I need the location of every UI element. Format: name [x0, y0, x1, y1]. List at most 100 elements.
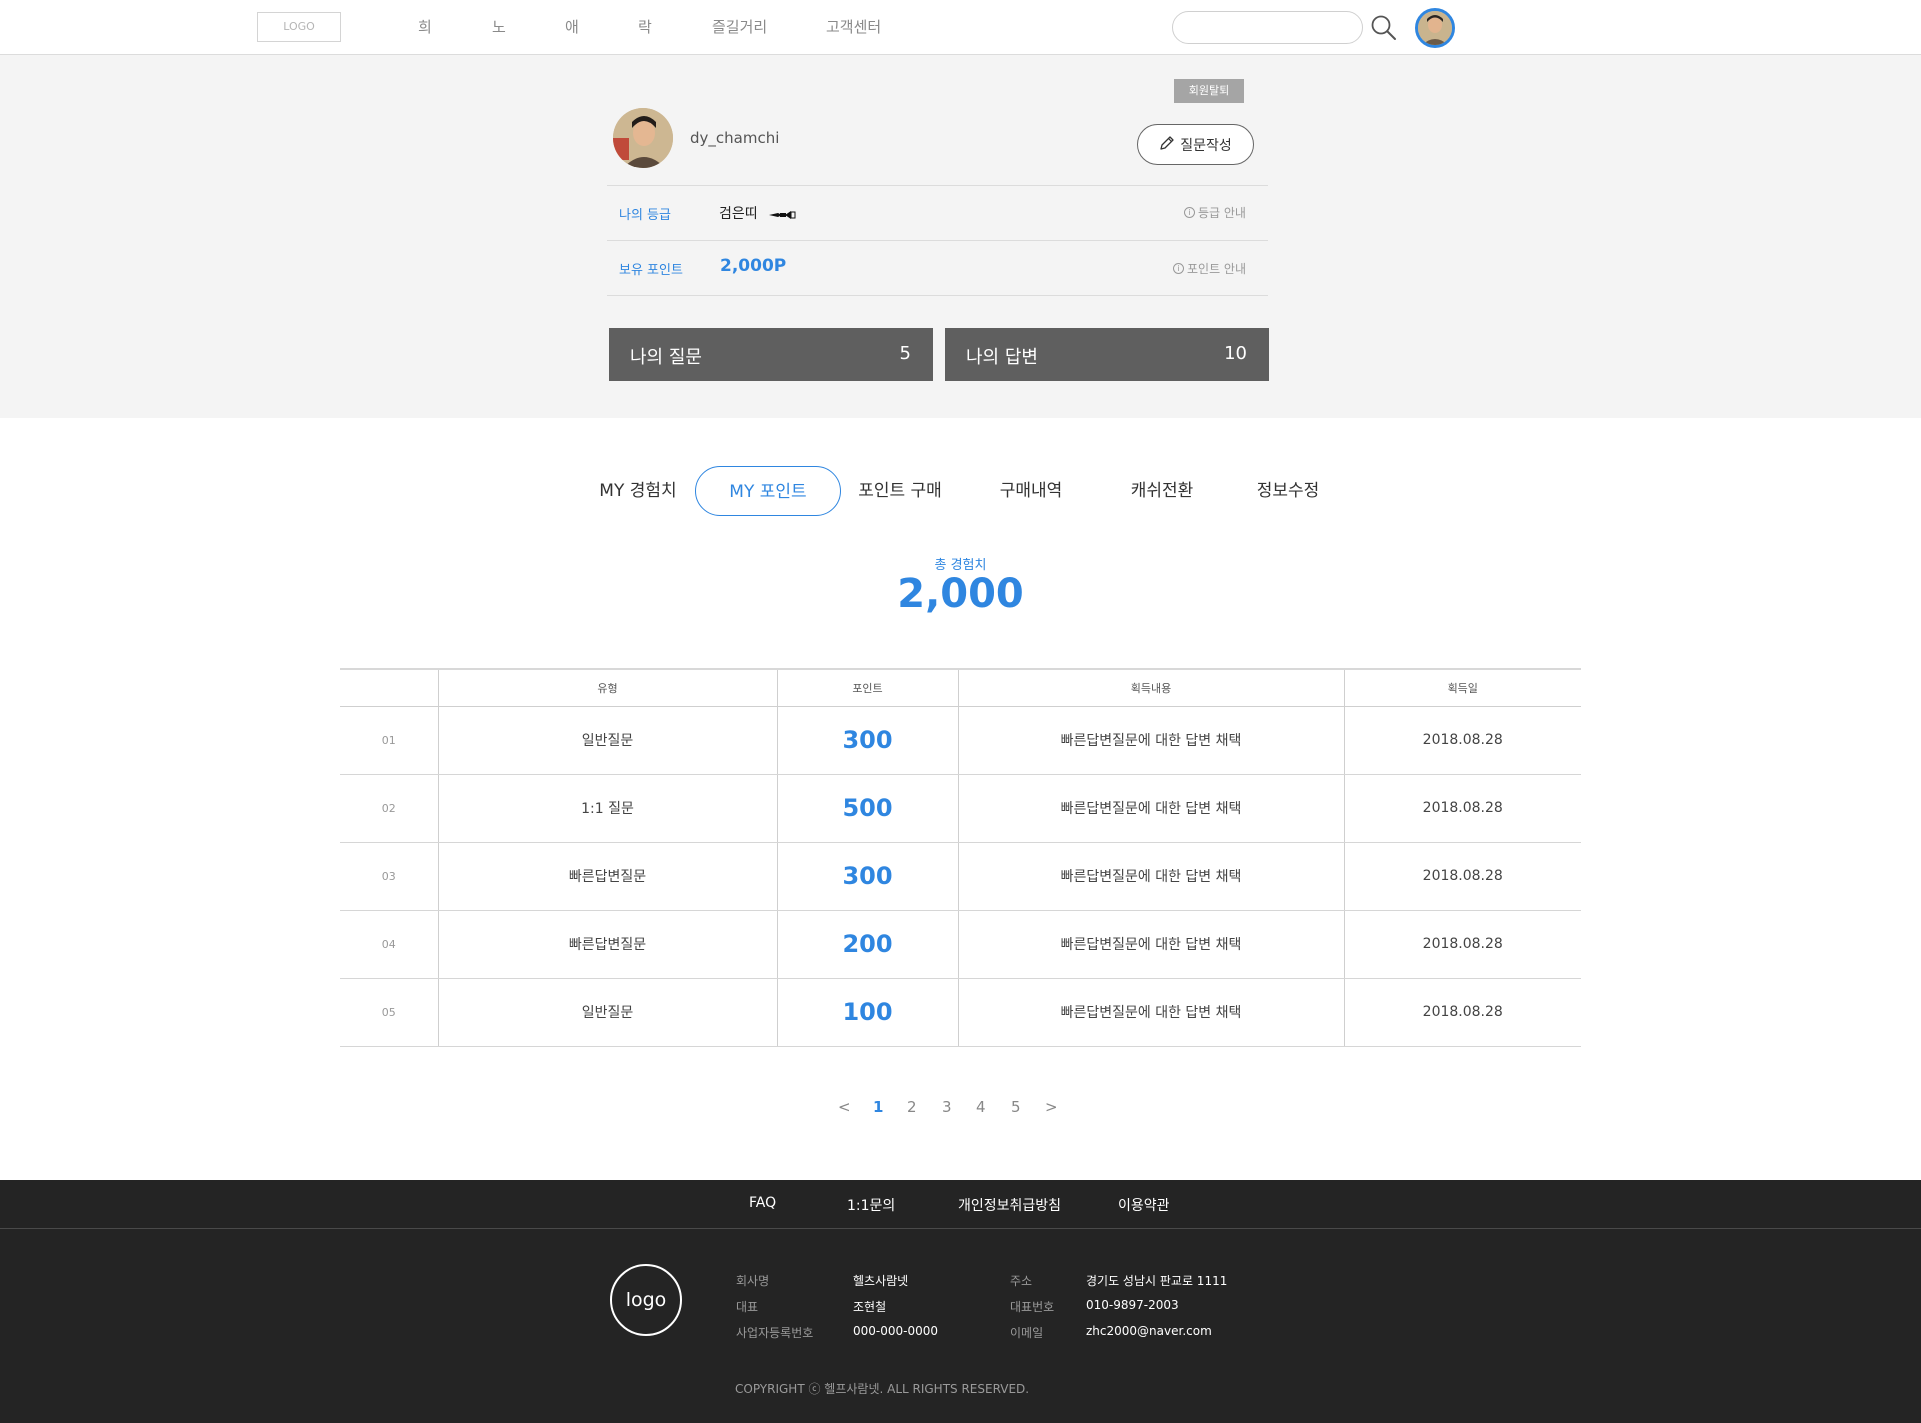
pencil-icon [1159, 135, 1175, 154]
divider [607, 295, 1268, 296]
withdraw-button[interactable]: 회원탈퇴 [1174, 79, 1244, 103]
column-header-points: 포인트 [776, 668, 958, 707]
pagination-page-1[interactable]: 1 [873, 1098, 883, 1116]
address-label: 주소 [1010, 1274, 1033, 1288]
nav-item-hee[interactable]: 희 [418, 16, 432, 37]
tab-my-points[interactable]: MY 포인트 [695, 466, 841, 516]
divider [607, 185, 1268, 186]
divider [607, 240, 1268, 241]
row-date: 2018.08.28 [1343, 774, 1581, 843]
row-points: 300 [776, 706, 958, 775]
row-type: 일반질문 [437, 978, 777, 1047]
pagination-next[interactable]: > [1045, 1098, 1058, 1116]
table-row: 02 1:1 질문 500 빠른답변질문에 대한 답변 채택 2018.08.2… [340, 774, 1581, 843]
pagination-page-2[interactable]: 2 [907, 1098, 917, 1116]
black-belt-icon [768, 206, 796, 225]
info-icon: i [1184, 207, 1195, 218]
row-date: 2018.08.28 [1343, 978, 1581, 1047]
points-value: 2,000P [720, 256, 787, 276]
grade-guide-link[interactable]: i 등급 안내 [1184, 204, 1246, 221]
copyright: COPYRIGHT ⓒ 헬프사람넷. ALL RIGHTS RESERVED. [735, 1382, 1030, 1396]
footer-link-inquiry[interactable]: 1:1문의 [847, 1195, 895, 1215]
search-input[interactable] [1172, 11, 1363, 44]
nav-item-customer-center[interactable]: 고객센터 [826, 16, 881, 37]
email-label: 이메일 [1010, 1326, 1044, 1340]
tab-buy-points[interactable]: 포인트 구매 [845, 466, 955, 516]
company-value: 헬츠사람넷 [853, 1274, 909, 1288]
grade-label: 나의 등급 [619, 208, 671, 223]
row-content: 빠른답변질문에 대한 답변 채택 [957, 910, 1344, 979]
row-date: 2018.08.28 [1343, 706, 1581, 775]
profile-username: dy_chamchi [690, 129, 780, 147]
row-number: 04 [340, 910, 438, 979]
footer-link-privacy[interactable]: 개인정보취급방침 [958, 1195, 1061, 1215]
my-answers-box[interactable]: 나의 답변 10 [945, 328, 1269, 381]
my-answers-label: 나의 답변 [966, 347, 1038, 368]
address-value: 경기도 성남시 판교로 1111 [1086, 1274, 1228, 1288]
ceo-value: 조현철 [853, 1300, 887, 1314]
row-type: 빠른답변질문 [437, 842, 777, 911]
company-label: 회사명 [736, 1274, 770, 1288]
pagination-page-5[interactable]: 5 [1011, 1098, 1021, 1116]
phone-value: 010-9897-2003 [1086, 1298, 1179, 1312]
nav-item-rak[interactable]: 락 [638, 16, 652, 37]
profile-avatar [613, 108, 673, 168]
points-table: 유형 포인트 획득내용 획득일 01 일반질문 300 빠른답변질문에 대한 답… [340, 668, 1581, 1047]
nav-item-entertainment[interactable]: 즐길거리 [712, 16, 767, 37]
column-header-content: 획득내용 [957, 668, 1344, 707]
footer-link-terms[interactable]: 이용약관 [1118, 1195, 1170, 1215]
my-questions-label: 나의 질문 [630, 347, 702, 368]
column-header-date: 획득일 [1343, 668, 1581, 707]
row-type: 일반질문 [437, 706, 777, 775]
table-row: 01 일반질문 300 빠른답변질문에 대한 답변 채택 2018.08.28 [340, 706, 1581, 775]
column-header-type: 유형 [437, 668, 777, 707]
row-number: 03 [340, 842, 438, 911]
row-content: 빠른답변질문에 대한 답변 채택 [957, 842, 1344, 911]
site-logo[interactable]: LOGO [257, 12, 341, 42]
nav-item-no[interactable]: 노 [492, 16, 506, 37]
tab-edit-info[interactable]: 정보수정 [1238, 466, 1338, 516]
pagination-page-4[interactable]: 4 [976, 1098, 986, 1116]
tab-purchase-history[interactable]: 구매내역 [981, 466, 1081, 516]
row-type: 빠른답변질문 [437, 910, 777, 979]
total-value: 2,000 [897, 571, 1024, 617]
row-type: 1:1 질문 [437, 774, 777, 843]
row-number: 02 [340, 774, 438, 843]
row-points: 100 [776, 978, 958, 1047]
my-answers-count: 10 [1224, 343, 1247, 364]
points-guide-link[interactable]: i 포인트 안내 [1173, 260, 1246, 277]
points-label: 보유 포인트 [619, 263, 683, 278]
site-footer: FAQ 1:1문의 개인정보취급방침 이용약관 logo 회사명 헬츠사람넷 대… [0, 1180, 1921, 1423]
row-points: 300 [776, 842, 958, 911]
tab-my-experience[interactable]: MY 경험치 [588, 466, 688, 516]
nav-item-ae[interactable]: 애 [565, 16, 579, 37]
my-questions-box[interactable]: 나의 질문 5 [609, 328, 933, 381]
bizno-label: 사업자등록번호 [736, 1326, 814, 1340]
grade-guide-label: 등급 안내 [1198, 206, 1246, 220]
row-number: 01 [340, 706, 438, 775]
footer-nav: FAQ 1:1문의 개인정보취급방침 이용약관 [0, 1180, 1921, 1229]
pagination-page-3[interactable]: 3 [942, 1098, 952, 1116]
footer-link-faq[interactable]: FAQ [749, 1195, 776, 1211]
grade-value: 검은띠 [719, 206, 758, 222]
write-question-label: 질문작성 [1180, 136, 1232, 153]
table-row: 04 빠른답변질문 200 빠른답변질문에 대한 답변 채택 2018.08.2… [340, 910, 1581, 979]
email-value: zhc2000@naver.com [1086, 1324, 1212, 1338]
row-date: 2018.08.28 [1343, 842, 1581, 911]
phone-label: 대표번호 [1010, 1300, 1055, 1314]
pagination-prev[interactable]: < [838, 1098, 851, 1116]
bizno-value: 000-000-0000 [853, 1324, 939, 1338]
row-number: 05 [340, 978, 438, 1047]
table-row: 05 일반질문 100 빠른답변질문에 대한 답변 채택 2018.08.28 [340, 978, 1581, 1047]
ceo-label: 대표 [736, 1300, 759, 1314]
row-points: 500 [776, 774, 958, 843]
header-avatar[interactable] [1415, 8, 1455, 48]
info-icon: i [1173, 263, 1184, 274]
tab-cash-convert[interactable]: 캐쉬전환 [1112, 466, 1212, 516]
site-header: LOGO 희 노 애 락 즐길거리 고객센터 [0, 0, 1921, 55]
table-row: 03 빠른답변질문 300 빠른답변질문에 대한 답변 채택 2018.08.2… [340, 842, 1581, 911]
row-points: 200 [776, 910, 958, 979]
points-guide-label: 포인트 안내 [1187, 262, 1247, 276]
write-question-button[interactable]: 질문작성 [1137, 124, 1254, 165]
search-icon[interactable] [1370, 14, 1398, 42]
